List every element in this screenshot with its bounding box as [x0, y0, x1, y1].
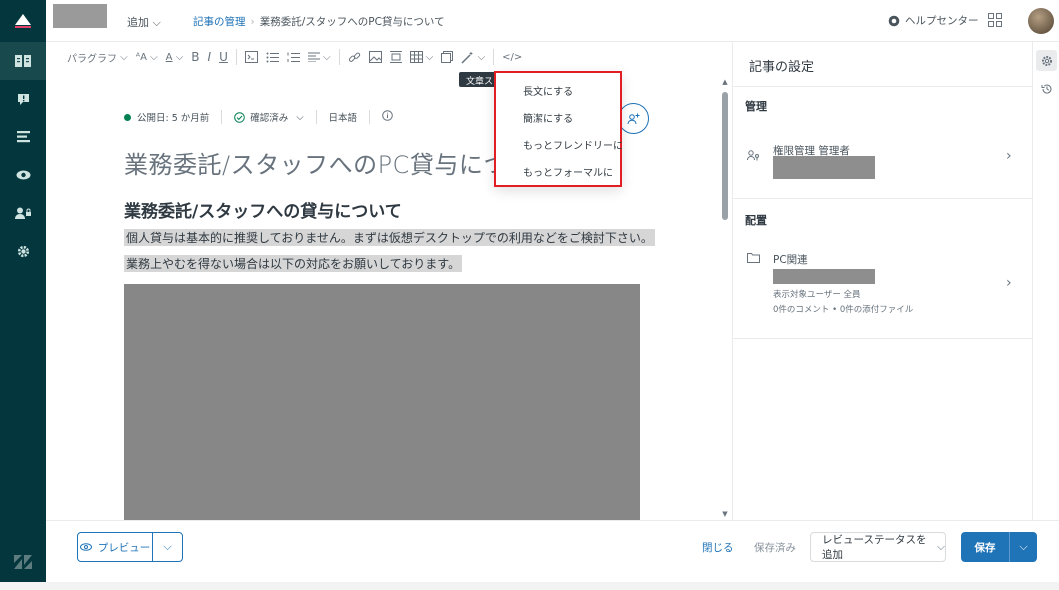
source-code-icon[interactable]: </>	[498, 46, 526, 68]
menu-item-simplify[interactable]: 簡潔にする	[496, 104, 620, 131]
article-title-input[interactable]: 業務委託/スタッフへのPC貸与について	[124, 145, 556, 180]
numbered-list-icon[interactable]	[283, 46, 304, 68]
save-button-group: 保存 ⌵	[961, 532, 1037, 562]
visibility-text: 表示対象ユーザー 全員	[773, 290, 861, 300]
font-size-icon[interactable]: ᴬA ⌵	[132, 46, 162, 68]
bullet-list-icon[interactable]	[262, 46, 283, 68]
help-center-button[interactable]: ヘルプセンター	[888, 13, 979, 28]
users-lock-icon[interactable]	[0, 194, 46, 232]
chevron-right-icon[interactable]: ›	[1006, 148, 1012, 164]
brand-logo	[53, 4, 107, 28]
code-block-icon[interactable]	[241, 46, 262, 68]
add-collaborator-icon[interactable]	[618, 103, 649, 134]
preview-options-chevron-down-icon[interactable]: ⌵	[152, 533, 182, 561]
redacted-category	[773, 269, 875, 284]
language-label[interactable]: 日本語	[329, 110, 358, 124]
placement-row[interactable]: PC関連 表示対象ユーザー 全員 0件のコメント • 0件の添付ファイル ›	[733, 247, 1033, 327]
user-key-icon	[747, 150, 760, 164]
breadcrumb-root-link[interactable]: 記事の管理	[193, 16, 246, 28]
lifebuoy-icon	[888, 15, 900, 26]
placement-section-title: 配置	[745, 214, 767, 227]
gear-icon[interactable]	[0, 232, 46, 270]
apps-grid-icon[interactable]	[988, 13, 1002, 30]
article-paragraph-2[interactable]: 業務上やむを得ない場合は以下の対応をお願いしております。	[124, 255, 463, 272]
saved-status: 保存済み	[754, 542, 796, 554]
content-block-icon[interactable]	[437, 46, 457, 68]
chevron-right-icon[interactable]: ›	[1006, 275, 1012, 291]
article-meta-bar: 公開日: 5 か月前 確認済み ⌵ 日本語	[124, 110, 393, 124]
preview-button-group: プレビュー ⌵	[77, 532, 183, 562]
editor-toolbar: パラグラフ ⌵ ᴬA ⌵ A ⌵ B I U ⌵ ⌵ ⌵ </>	[46, 42, 732, 72]
folder-icon	[747, 252, 760, 266]
article-paragraph-1[interactable]: 個人貸与は基本的に推奨しておりません。まずは仮想デスクトップでの利用などをご検討…	[124, 229, 655, 246]
add-menu-button[interactable]: 追加 ⌵	[127, 14, 161, 30]
scroll-down-arrow-icon[interactable]: ▼	[721, 510, 729, 518]
panel-title: 記事の設定	[749, 60, 815, 75]
history-icon[interactable]	[1036, 78, 1057, 99]
writing-style-wand-icon[interactable]: ⌵	[457, 46, 489, 68]
menu-item-formal[interactable]: もっとフォーマルに	[496, 158, 620, 185]
menu-item-friendly[interactable]: もっとフレンドリーに	[496, 131, 623, 158]
knowledge-icon[interactable]	[0, 42, 46, 80]
user-avatar[interactable]	[1028, 8, 1054, 34]
bold-icon[interactable]: B	[187, 46, 203, 68]
redacted-permission-value	[773, 156, 875, 179]
top-header: 追加 ⌵ 記事の管理 › 業務委託/スタッフへのPC貸与について ヘルプセンター	[46, 0, 1059, 42]
link-icon[interactable]	[344, 46, 365, 68]
settings-gear-icon[interactable]	[1036, 50, 1057, 71]
editor-footer: プレビュー ⌵ 閉じる 保存済み レビューステータスを追加 ⌵ 保存 ⌵	[46, 520, 1059, 582]
article-editor[interactable]: 公開日: 5 か月前 確認済み ⌵ 日本語 業務委託/スタッフへのPC貸与につい…	[46, 72, 732, 520]
check-circle-icon	[234, 111, 246, 123]
bottom-strip	[0, 582, 1059, 590]
left-nav	[0, 0, 46, 582]
writing-style-menu: 長文にする 簡潔にする もっとフレンドリーに もっとフォーマルに	[494, 71, 623, 187]
table-icon[interactable]: ⌵	[406, 46, 438, 68]
article-heading[interactable]: 業務委託/スタッフへの貸与について	[124, 197, 402, 222]
editor-scrollbar[interactable]: ▲ ▼	[721, 78, 729, 518]
underline-icon[interactable]: U	[215, 46, 232, 68]
preview-button[interactable]: プレビュー	[78, 533, 152, 561]
eye-icon	[79, 543, 92, 551]
image-icon[interactable]	[365, 46, 386, 68]
scrollbar-thumb[interactable]	[722, 92, 728, 220]
italic-icon[interactable]: I	[204, 46, 216, 68]
eye-icon[interactable]	[0, 156, 46, 194]
paragraph-style-dropdown[interactable]: パラグラフ ⌵	[63, 46, 132, 68]
menu-item-expand[interactable]: 長文にする	[496, 77, 620, 104]
embed-icon[interactable]	[386, 46, 406, 68]
close-button[interactable]: 閉じる	[702, 540, 734, 555]
manage-section-title: 管理	[745, 100, 767, 113]
save-button[interactable]: 保存	[961, 532, 1009, 562]
text-color-icon[interactable]: A ⌵	[162, 46, 188, 68]
alert-icon[interactable]	[0, 80, 46, 118]
list-icon[interactable]	[0, 118, 46, 156]
save-options-chevron-down-icon[interactable]: ⌵	[1009, 532, 1037, 562]
published-status-dot	[124, 113, 131, 121]
breadcrumb: 記事の管理 › 業務委託/スタッフへのPC貸与について	[193, 16, 445, 28]
permission-row[interactable]: 権限管理 管理者 ›	[733, 132, 1033, 182]
zendesk-logo-icon	[0, 555, 46, 572]
chevron-down-icon: ⌵	[937, 540, 945, 553]
scroll-up-arrow-icon[interactable]: ▲	[721, 78, 729, 86]
redacted-image[interactable]	[124, 284, 640, 520]
right-rail	[1032, 42, 1059, 520]
review-status-select[interactable]: レビューステータスを追加 ⌵	[810, 532, 946, 562]
align-icon[interactable]: ⌵	[304, 46, 335, 68]
verify-dropdown[interactable]: 確認済み ⌵	[234, 110, 304, 124]
info-icon[interactable]	[382, 110, 393, 124]
published-date: 公開日: 5 か月前	[137, 113, 210, 124]
article-settings-panel: 記事の設定 管理 権限管理 管理者 › 配置 PC関連 表示対象ユーザー 全員 …	[732, 42, 1033, 520]
product-logo-icon[interactable]	[0, 0, 46, 42]
breadcrumb-current: 業務委託/スタッフへのPC貸与について	[259, 16, 445, 28]
section-name: PC関連	[773, 254, 808, 266]
comment-attachment-counts: 0件のコメント • 0件の添付ファイル	[773, 305, 914, 315]
